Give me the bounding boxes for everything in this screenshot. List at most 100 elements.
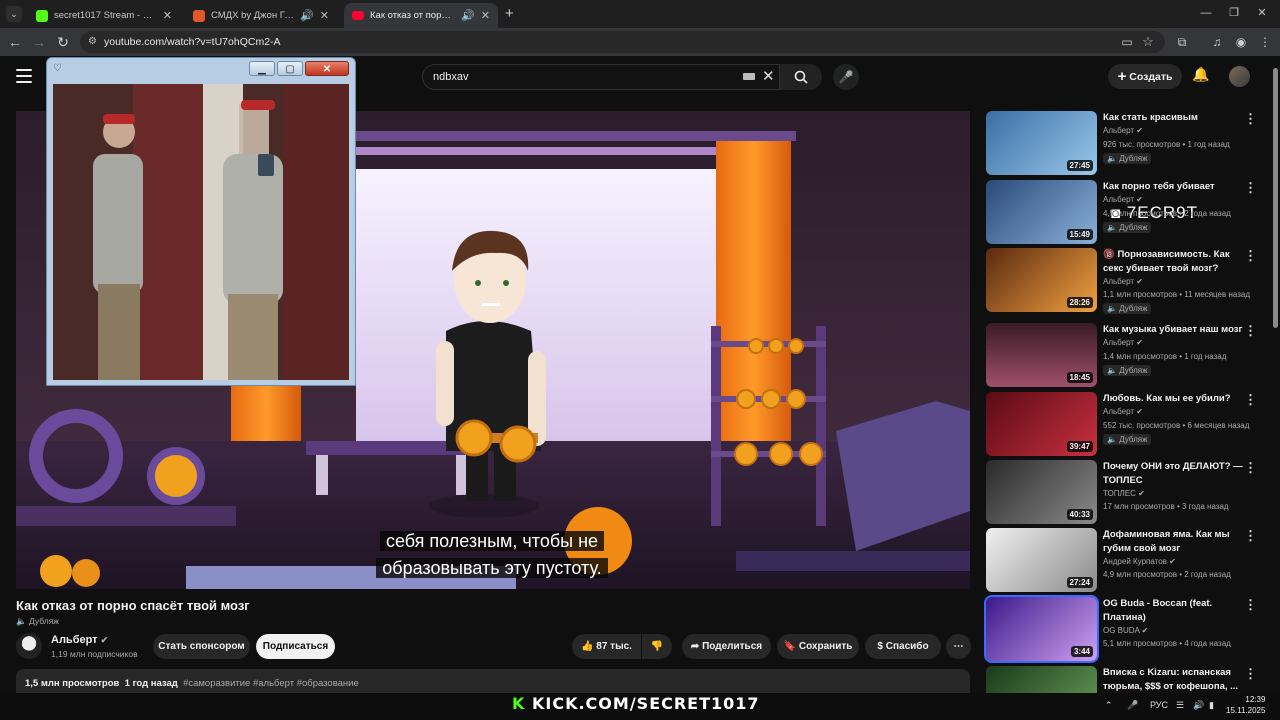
scrollbar-thumb[interactable]	[1273, 68, 1278, 328]
speaker-icon[interactable]: 🔊	[461, 9, 475, 22]
rec-channel-name: Альберт	[1103, 338, 1135, 347]
rec-menu-icon[interactable]: ⋮	[1244, 597, 1257, 613]
recommendation-item[interactable]: Вписка с Kizaru: испанская тюрьма, $$$ о…	[986, 666, 1256, 693]
wifi-icon[interactable]: ☰	[1176, 700, 1184, 711]
tab-smdh[interactable]: СМДХ by Джон Гарик 🔊 ✕	[185, 3, 337, 28]
forward-icon[interactable]: →	[30, 33, 48, 51]
thanks-button[interactable]: $ Спасибо	[865, 634, 941, 659]
popup-title-bar[interactable]: ♡ ▁ ▢ ✕	[47, 58, 355, 82]
subtitle-line-2: образовывать эту пустоту.	[376, 558, 608, 578]
rec-menu-icon[interactable]: ⋮	[1244, 392, 1257, 408]
rec-menu-icon[interactable]: ⋮	[1244, 666, 1256, 682]
rec-title: Как музыка убивает наш мозг	[1103, 324, 1243, 335]
language-indicator[interactable]: РУС	[1150, 700, 1168, 710]
rec-menu-icon[interactable]: ⋮	[1244, 111, 1257, 127]
duration-badge: 39:47	[1066, 441, 1093, 452]
dub-badge: 🔈 Дубляж	[16, 616, 59, 627]
cast-icon[interactable]: ▭	[1118, 33, 1136, 51]
page-scrollbar[interactable]	[1271, 56, 1280, 693]
tab-kick[interactable]: secret1017 Stream - Watch Live ✕	[28, 3, 180, 28]
media-controls-icon[interactable]: ♫	[1208, 33, 1226, 51]
close-icon[interactable]: ✕	[481, 9, 490, 22]
dub-label: Дубляж	[28, 616, 59, 626]
minimize-button[interactable]: —	[1196, 4, 1216, 22]
subscribe-button[interactable]: Подписаться	[256, 634, 335, 659]
video-thumbnail[interactable]	[986, 666, 1097, 693]
rec-dub-label: Дубляж	[1119, 223, 1148, 232]
hamburger-menu-icon[interactable]	[16, 69, 32, 83]
popup-minimize-button[interactable]: ▁	[249, 61, 275, 76]
keyboard-icon[interactable]	[743, 73, 755, 80]
close-icon[interactable]: ✕	[163, 9, 172, 22]
rec-menu-icon[interactable]: ⋮	[1244, 460, 1257, 476]
system-clock[interactable]: 12:39 15.11.2025	[1226, 694, 1265, 716]
tab-search-icon[interactable]: ⌄	[6, 6, 22, 22]
url-field[interactable]: ⚙ youtube.com/watch?v=tU7ohQCm2-A	[80, 31, 1165, 53]
rec-title: Вписка с Kizaru: испанская тюрьма, $$$ о…	[1103, 667, 1239, 692]
rec-menu-icon[interactable]: ⋮	[1244, 180, 1257, 196]
more-actions-button[interactable]: ⋯	[946, 634, 971, 659]
rec-channel-name: Альберт	[1103, 407, 1135, 416]
mic-tray-icon[interactable]: 🎤	[1127, 700, 1138, 711]
notifications-bell-icon[interactable]: 🔔	[1192, 66, 1209, 83]
back-icon[interactable]: ←	[6, 33, 24, 51]
rec-menu-icon[interactable]: ⋮	[1244, 248, 1257, 264]
voice-search-button[interactable]: 🎤	[833, 64, 859, 90]
video-thumbnail[interactable]: 15:49	[986, 180, 1097, 244]
sponsor-button[interactable]: Стать спонсором	[153, 634, 250, 659]
popup-close-button[interactable]: ✕	[305, 61, 349, 76]
like-button[interactable]: 👍 87 тыс.	[572, 634, 641, 659]
rec-menu-icon[interactable]: ⋮	[1244, 528, 1257, 544]
channel-name[interactable]: Альберт ✔	[51, 634, 108, 646]
rec-menu-icon[interactable]: ⋮	[1244, 323, 1257, 339]
popup-maximize-button[interactable]: ▢	[277, 61, 303, 76]
clear-search-icon[interactable]: ✕	[762, 64, 775, 90]
recommendation-item[interactable]: 39:47 Любовь. Как мы ее убили? Альберт ✔…	[986, 392, 1257, 456]
rec-title: Почему ОНИ это ДЕЛАЮТ? — ТОПЛЕС	[1103, 461, 1243, 486]
create-button[interactable]: + Создать	[1108, 64, 1182, 89]
chevron-up-icon[interactable]: ⌃	[1105, 700, 1113, 711]
recommendation-item[interactable]: 40:33 Почему ОНИ это ДЕЛАЮТ? — ТОПЛЕС ТО…	[986, 460, 1257, 524]
menu-dots-icon[interactable]: ⋮	[1256, 33, 1274, 51]
search-button[interactable]	[780, 64, 822, 90]
reload-icon[interactable]: ↻	[54, 33, 72, 51]
video-thumbnail[interactable]: 28:26	[986, 248, 1097, 312]
profile-icon[interactable]: ◉	[1232, 33, 1250, 51]
recommendation-item[interactable]: 15:49 Как порно тебя убивает Альберт ✔ 4…	[986, 180, 1257, 244]
recommendation-item[interactable]: 28:26 🔞 Порнозависимость. Как секс убива…	[986, 248, 1257, 314]
extensions-icon[interactable]: ⧉	[1173, 33, 1191, 51]
description-box[interactable]: 1,5 млн просмотров 1 год назад #саморазв…	[16, 669, 970, 693]
video-thumbnail[interactable]: 39:47	[986, 392, 1097, 456]
url-text: youtube.com/watch?v=tU7ohQCm2-A	[104, 36, 281, 48]
volume-icon[interactable]: 🔊	[1193, 700, 1204, 711]
video-thumbnail[interactable]: 40:33	[986, 460, 1097, 524]
battery-icon[interactable]: ▮	[1209, 700, 1214, 711]
recommendation-item[interactable]: 3:44 OG Buda - Воссап (feat. Платина) OG…	[984, 595, 1257, 663]
recommendation-item[interactable]: 18:45 Как музыка убивает наш мозг Альбер…	[986, 323, 1257, 387]
video-thumbnail[interactable]: 27:24	[986, 528, 1097, 592]
close-icon[interactable]: ✕	[320, 9, 329, 22]
new-tab-button[interactable]: +	[505, 5, 514, 22]
site-info-icon[interactable]: ⚙	[88, 31, 97, 53]
restore-button[interactable]: ❐	[1224, 4, 1244, 22]
bookmark-star-icon[interactable]: ☆	[1139, 33, 1157, 51]
speaker-icon[interactable]: 🔊	[300, 9, 314, 22]
channel-avatar[interactable]	[16, 633, 42, 659]
recommendation-item[interactable]: 27:24 Дофаминовая яма. Как мы губим свой…	[986, 528, 1257, 592]
recommendation-item[interactable]: 27:45 Как стать красивым Альберт ✔ 926 т…	[986, 111, 1257, 175]
rec-channel: Андрей Курпатов ✔	[1103, 557, 1176, 566]
close-window-button[interactable]: ✕	[1252, 4, 1272, 22]
webcam-popup-window[interactable]: ♡ ▁ ▢ ✕	[46, 57, 356, 386]
user-avatar[interactable]	[1229, 66, 1250, 87]
dislike-button[interactable]: 👎	[642, 634, 672, 659]
video-thumbnail[interactable]: 27:45	[986, 111, 1097, 175]
tab-youtube[interactable]: Как отказ от порно спасёт 🔊 ✕	[344, 3, 498, 28]
save-button[interactable]: 🔖 Сохранить	[777, 634, 859, 659]
video-thumbnail[interactable]: 18:45	[986, 323, 1097, 387]
duration-badge: 27:24	[1066, 577, 1093, 588]
webcam-mirror-image	[53, 84, 349, 380]
video-thumbnail[interactable]: 3:44	[984, 595, 1099, 663]
search-input[interactable]: ndbxav	[422, 64, 780, 90]
rec-channel: ТОПЛЕС ✔	[1103, 489, 1145, 498]
share-button[interactable]: ➦ Поделиться	[682, 634, 771, 659]
